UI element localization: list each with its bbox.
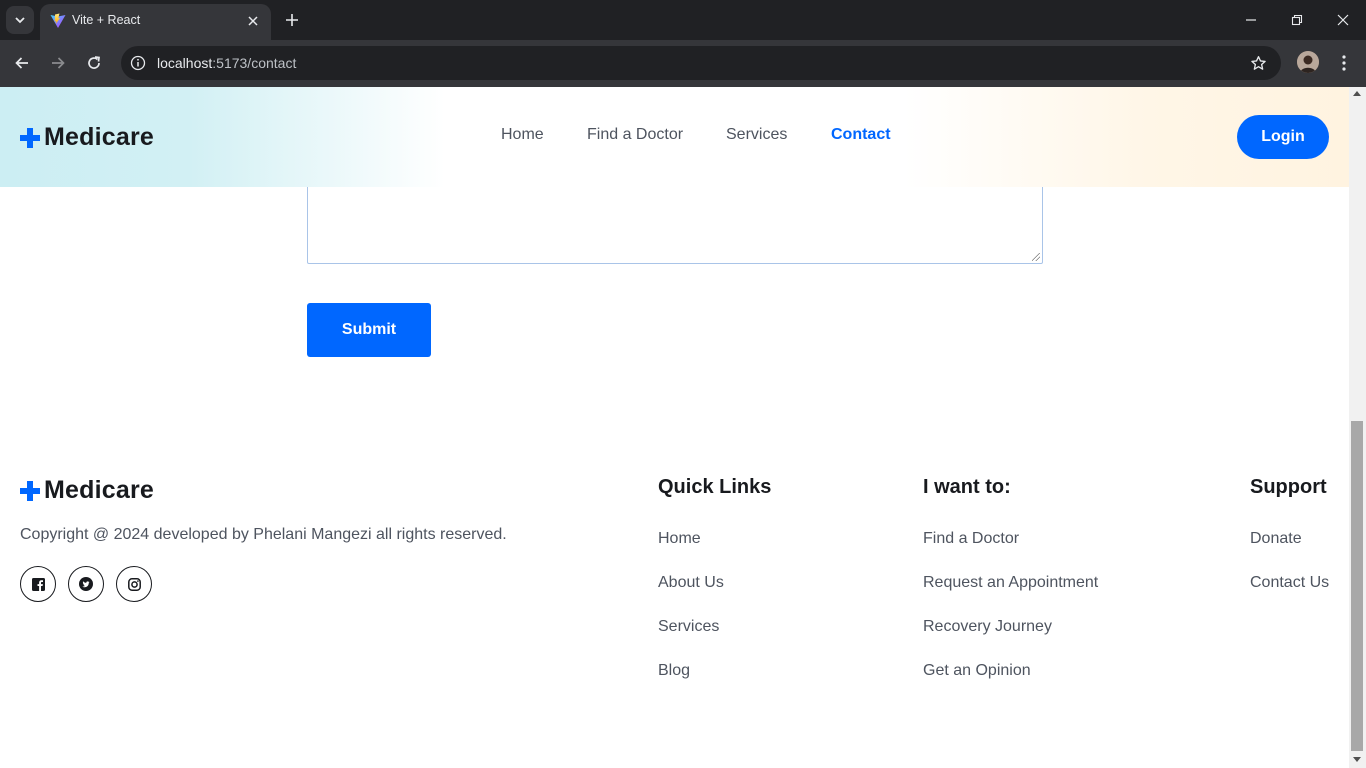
main-nav: Home Find a Doctor Services Contact (0, 126, 1349, 150)
url-text: localhost:5173/contact (157, 55, 297, 71)
nav-contact[interactable]: Contact (831, 126, 891, 144)
footer-link-services[interactable]: Services (658, 618, 719, 636)
footer-logo-text: Medicare (44, 476, 154, 504)
forward-icon[interactable] (47, 52, 69, 74)
scroll-down-arrow-icon[interactable] (1353, 757, 1361, 762)
close-window-icon[interactable] (1333, 10, 1353, 30)
tab-title: Vite + React (72, 13, 141, 27)
footer-link-request-appointment[interactable]: Request an Appointment (923, 574, 1098, 592)
facebook-icon[interactable] (20, 566, 56, 602)
footer-link-contact-us[interactable]: Contact Us (1250, 574, 1329, 592)
social-links (20, 566, 164, 602)
bookmark-star-icon[interactable] (1249, 54, 1267, 72)
footer-logo[interactable]: Medicare (20, 476, 154, 505)
tab-list-icon[interactable] (6, 6, 34, 34)
footer-link-donate[interactable]: Donate (1250, 530, 1302, 548)
footer-link-blog[interactable]: Blog (658, 662, 690, 680)
site-info-icon[interactable] (129, 54, 147, 72)
support-title: Support (1250, 476, 1327, 498)
footer-link-find-a-doctor[interactable]: Find a Doctor (923, 530, 1019, 548)
close-tab-icon[interactable] (243, 11, 263, 31)
footer-link-home[interactable]: Home (658, 530, 701, 548)
twitter-icon[interactable] (68, 566, 104, 602)
restore-icon[interactable] (1287, 10, 1307, 30)
kebab-menu-icon[interactable] (1334, 52, 1354, 74)
submit-button[interactable]: Submit (307, 303, 431, 357)
vite-favicon-icon (50, 13, 66, 28)
browser-toolbar: localhost:5173/contact (0, 40, 1366, 87)
page-viewport: Medicare Home Find a Doctor Services Con… (0, 87, 1349, 768)
nav-services[interactable]: Services (726, 126, 787, 144)
reload-icon[interactable] (83, 52, 105, 74)
scroll-up-arrow-icon[interactable] (1353, 91, 1361, 96)
profile-avatar[interactable] (1297, 51, 1319, 73)
footer-link-recovery-journey[interactable]: Recovery Journey (923, 618, 1052, 636)
i-want-to-title: I want to: (923, 476, 1011, 498)
browser-tab-bar: Vite + React (0, 0, 1366, 40)
new-tab-icon[interactable] (281, 9, 303, 31)
footer-link-about-us[interactable]: About Us (658, 574, 724, 592)
footer-link-get-an-opinion[interactable]: Get an Opinion (923, 662, 1031, 680)
scrollbar-thumb[interactable] (1351, 421, 1363, 751)
resize-handle-icon[interactable] (1032, 253, 1040, 261)
address-bar[interactable]: localhost:5173/contact (121, 46, 1281, 80)
minimize-icon[interactable] (1241, 10, 1261, 30)
back-icon[interactable] (11, 52, 33, 74)
nav-home[interactable]: Home (501, 126, 544, 144)
page-scrollbar[interactable] (1349, 87, 1366, 768)
quick-links-title: Quick Links (658, 476, 772, 498)
instagram-icon[interactable] (116, 566, 152, 602)
site-header: Medicare Home Find a Doctor Services Con… (0, 87, 1349, 187)
login-button[interactable]: Login (1237, 115, 1329, 159)
copyright-text: Copyright @ 2024 developed by Phelani Ma… (20, 526, 507, 543)
medical-cross-icon (20, 480, 40, 501)
browser-tab[interactable]: Vite + React (40, 4, 271, 40)
nav-find-a-doctor[interactable]: Find a Doctor (587, 126, 683, 144)
